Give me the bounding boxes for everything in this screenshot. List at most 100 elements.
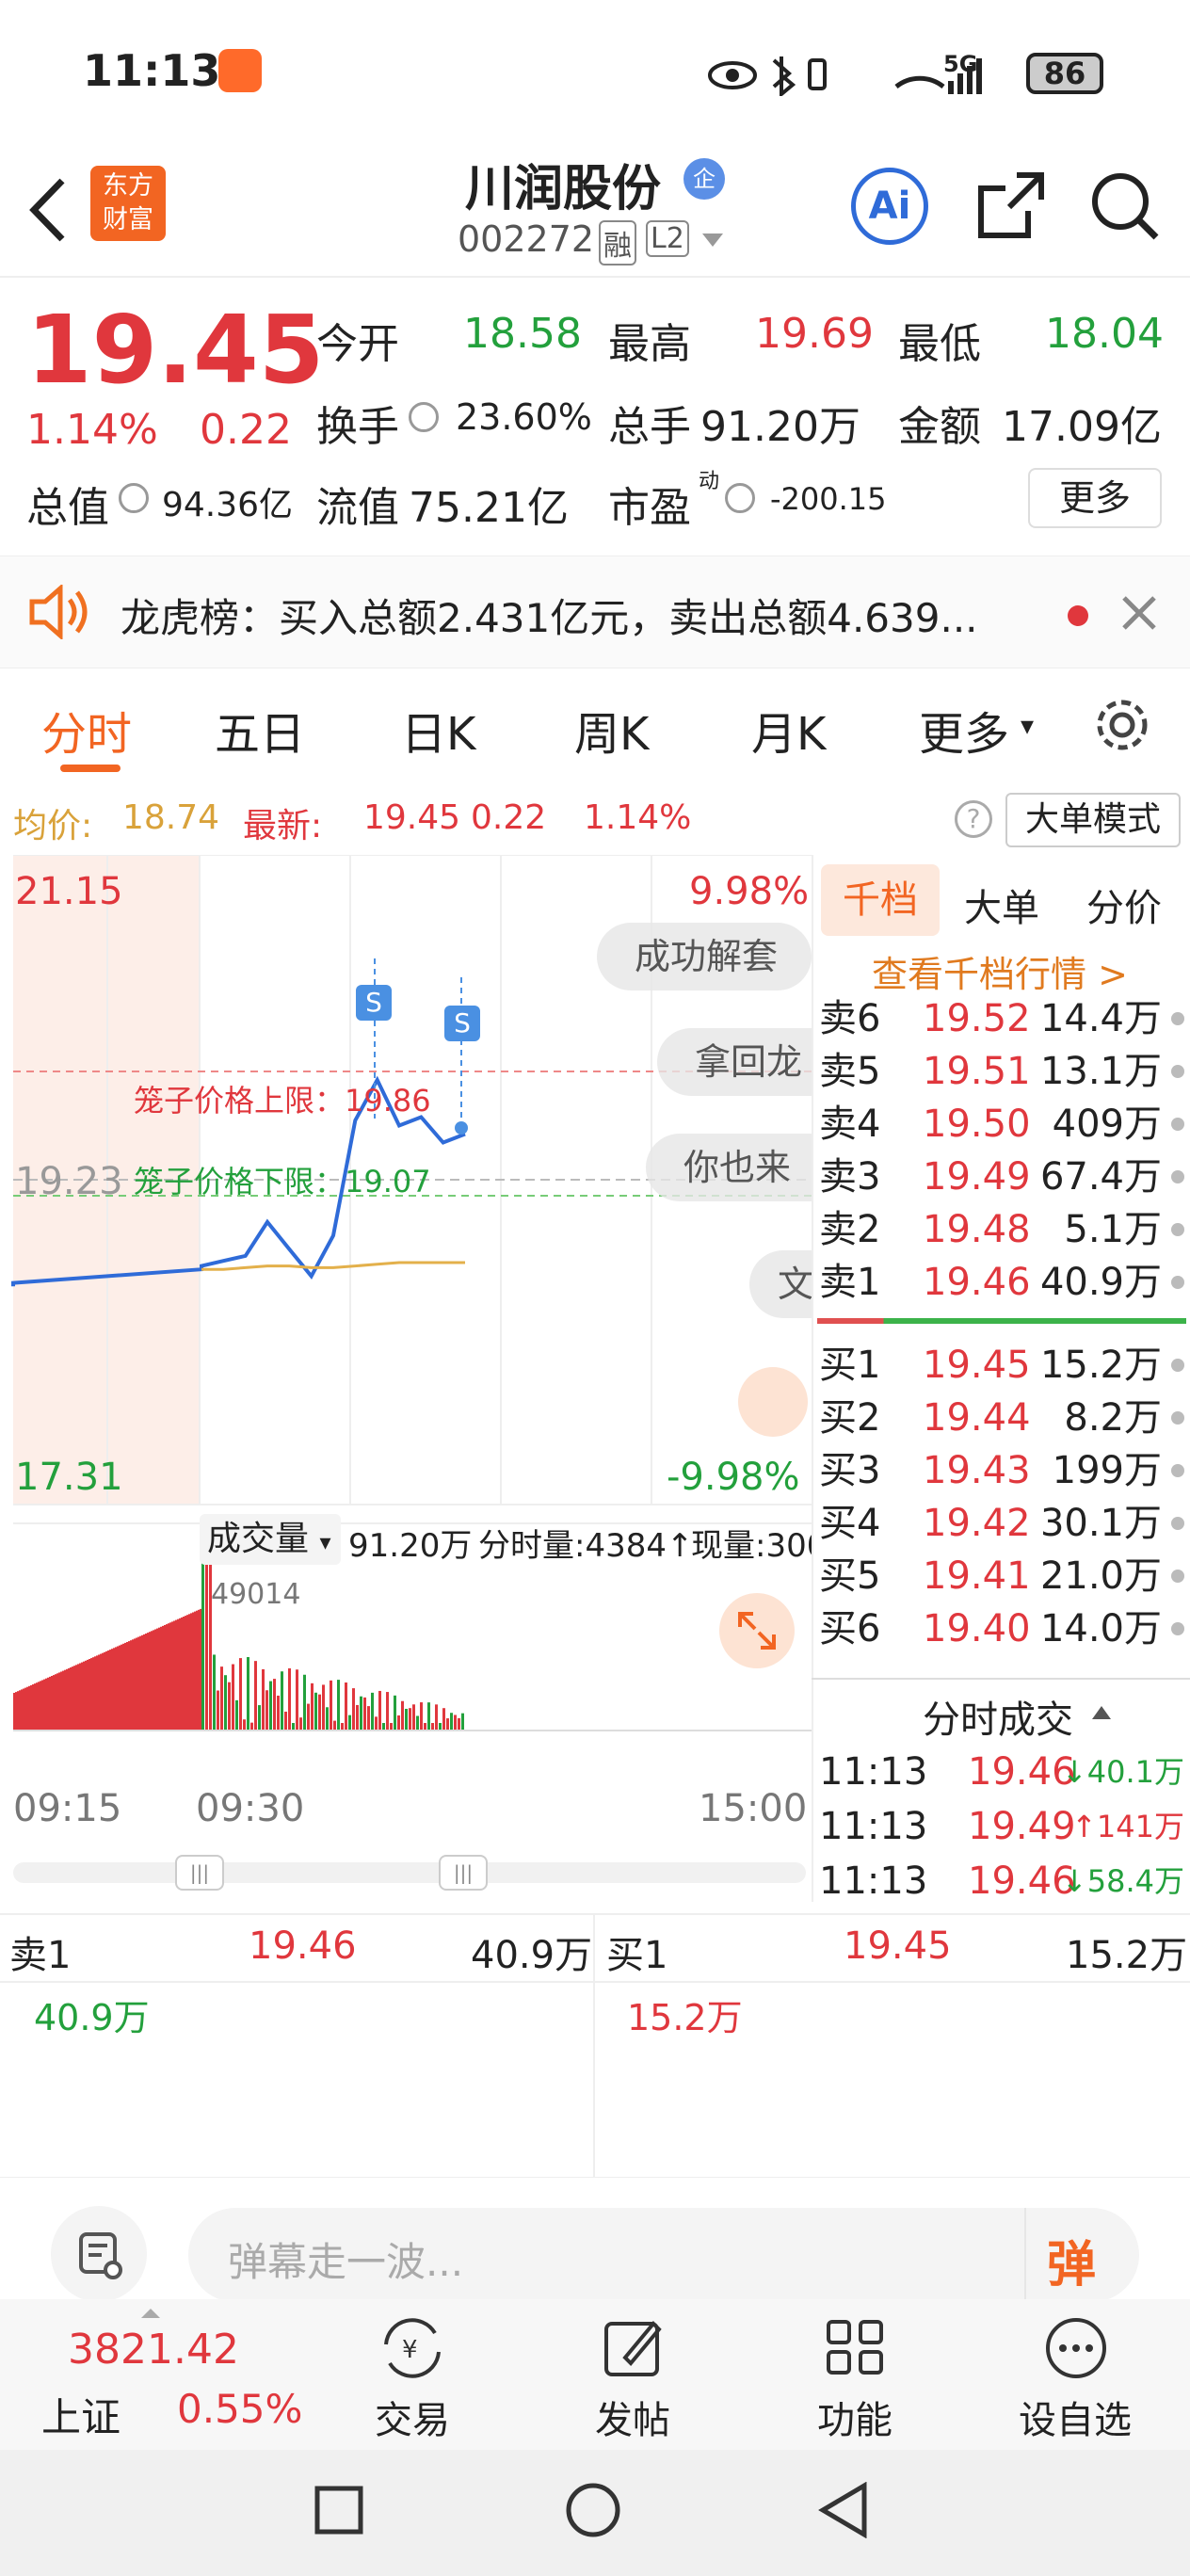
status-time: 11:13: [83, 45, 221, 96]
gear-icon[interactable]: [1092, 695, 1152, 755]
volume-bar: [90, 1658, 92, 1731]
sell-row[interactable]: 卖1 19.46 40.9万: [812, 1256, 1188, 1309]
volume-bar: [102, 1652, 104, 1731]
back-nav-icon[interactable]: [817, 2482, 870, 2538]
volume-bar: [232, 1664, 234, 1731]
volume-bar: [250, 1722, 253, 1731]
volume-bar: [378, 1690, 381, 1731]
volume-bar: [194, 1611, 196, 1731]
info-icon[interactable]: [119, 483, 149, 513]
sell-row[interactable]: 卖5 19.51 13.1万: [812, 1045, 1188, 1098]
sell-row[interactable]: 卖2 19.48 5.1万: [812, 1203, 1188, 1256]
full-depth-link[interactable]: 查看千档行情 >: [872, 945, 1128, 997]
slider-handle-left[interactable]: |||: [175, 1855, 224, 1891]
nav-functions[interactable]: 功能: [817, 2390, 892, 2444]
info-change: 0.22: [471, 798, 547, 837]
open-value: 18.58: [463, 310, 582, 358]
trade-row: 11:13 19.46 ↓40.1万: [812, 1746, 1188, 1798]
code-dropdown-icon[interactable]: [700, 232, 725, 250]
info-icon[interactable]: [409, 402, 439, 432]
trade-marker-icon[interactable]: S: [444, 1006, 480, 1041]
notice-bar[interactable]: 龙虎榜：买入总额2.431亿元，卖出总额4.639...: [0, 555, 1190, 668]
volume-bar: [307, 1703, 310, 1731]
buy-row[interactable]: 买2 19.44 8.2万: [812, 1392, 1188, 1444]
more-button[interactable]: 更多: [1028, 468, 1162, 528]
notice-text: 龙虎榜：买入总额2.431亿元，卖出总额4.639...: [121, 595, 978, 641]
chevron-down-icon: ▾: [1021, 710, 1035, 741]
buy-row[interactable]: 买3 19.43 199万: [812, 1444, 1188, 1497]
trade-volume: ↑141万: [1071, 1809, 1184, 1844]
danmaku-settings-icon[interactable]: [51, 2206, 147, 2302]
volume-bar: [284, 1711, 287, 1731]
sell-row[interactable]: 卖3 19.49 67.4万: [812, 1151, 1188, 1203]
trade-marker-icon[interactable]: S: [356, 985, 392, 1021]
volume-bar: [160, 1626, 162, 1731]
tab-intraday[interactable]: 分时: [41, 697, 132, 763]
buy-row[interactable]: 买6 19.40 14.0万: [812, 1602, 1188, 1655]
volume-bar: [49, 1676, 51, 1731]
buy-row[interactable]: 买4 19.42 30.1万: [812, 1497, 1188, 1550]
tab-daily-k[interactable]: 日K: [401, 697, 475, 763]
tab-full-depth[interactable]: 千档: [821, 864, 940, 936]
volume-bar: [98, 1654, 100, 1731]
danmaku-input[interactable]: 弹幕走一波... 弹: [188, 2208, 1139, 2302]
svg-text:¥: ¥: [402, 2336, 418, 2364]
sell-row[interactable]: 卖4 19.50 409万: [812, 1098, 1188, 1151]
volume-bar: [235, 1699, 238, 1731]
buy-row[interactable]: 买5 19.41 21.0万: [812, 1550, 1188, 1602]
volume-bar: [38, 1682, 40, 1731]
status-bar: 11:13 5G 86: [0, 0, 1190, 141]
index-ticker[interactable]: 3821.42 上证 0.55%: [0, 2299, 311, 2450]
sell-volume: 13.1万: [1039, 1050, 1162, 1093]
expand-icon[interactable]: [719, 1593, 795, 1668]
sell-row[interactable]: 卖6 19.52 14.4万: [812, 992, 1188, 1045]
search-icon[interactable]: [1088, 169, 1160, 241]
volume-bar: [81, 1662, 83, 1731]
slider-handle-right[interactable]: |||: [439, 1855, 488, 1891]
buy-row[interactable]: 买1 19.45 15.2万: [812, 1339, 1188, 1392]
intraday-chart[interactable]: [0, 855, 812, 1900]
volume-bar: [166, 1624, 168, 1731]
big-order-mode-button[interactable]: 大单模式: [1005, 793, 1181, 847]
volume-bar: [181, 1617, 183, 1731]
close-icon[interactable]: [1120, 594, 1158, 632]
volume-bar: [64, 1669, 66, 1731]
tab-weekly-k[interactable]: 周K: [574, 697, 649, 763]
app-logo[interactable]: 东方 财富: [90, 166, 166, 241]
info-icon[interactable]: [725, 483, 755, 513]
chevron-up-icon[interactable]: [1090, 1702, 1113, 1721]
nav-add-watchlist[interactable]: 设自选: [1019, 2390, 1132, 2444]
share-icon[interactable]: [975, 169, 1047, 241]
sell1-volume: 40.9万: [471, 1934, 593, 1977]
grid-icon: [827, 2320, 883, 2375]
volume-bar: [431, 1723, 434, 1731]
volume-indicator-select[interactable]: 成交量 ▾: [200, 1514, 341, 1565]
back-icon[interactable]: [26, 177, 68, 243]
volume-bar: [171, 1621, 173, 1731]
network-type: 5G: [943, 51, 978, 77]
danmaku-send-button[interactable]: 弹: [1047, 2225, 1096, 2295]
volume-bar: [151, 1631, 153, 1731]
help-icon[interactable]: ?: [955, 800, 992, 838]
ai-button[interactable]: Ai: [851, 168, 928, 245]
volume-now-text: 现量:300: [691, 1527, 812, 1565]
volume-now: 现量:300: [691, 1520, 812, 1566]
tab-big-orders[interactable]: 大单: [964, 877, 1039, 932]
volume-bar: [247, 1657, 249, 1731]
time-range-slider[interactable]: [13, 1862, 806, 1883]
nav-trade[interactable]: 交易: [375, 2390, 450, 2444]
recents-icon[interactable]: [314, 2486, 363, 2535]
last-value: 19.45: [363, 798, 461, 837]
tab-monthly-k[interactable]: 月K: [751, 697, 826, 763]
tab-price-distribution[interactable]: 分价: [1086, 877, 1162, 932]
volume-split: 分时量:4384↑: [478, 1527, 694, 1565]
tab-five-day[interactable]: 五日: [215, 697, 305, 763]
home-icon[interactable]: [565, 2482, 621, 2538]
trades-title[interactable]: 分时成交: [923, 1689, 1073, 1744]
trade-row: 11:13 19.46 ↓58.4万: [812, 1855, 1188, 1908]
tab-more[interactable]: 更多: [919, 697, 1009, 763]
mascot-icon[interactable]: [738, 1367, 808, 1437]
volume-bar: [224, 1675, 227, 1731]
volume-value: 91.20万: [700, 403, 860, 451]
nav-post[interactable]: 发帖: [595, 2390, 670, 2444]
